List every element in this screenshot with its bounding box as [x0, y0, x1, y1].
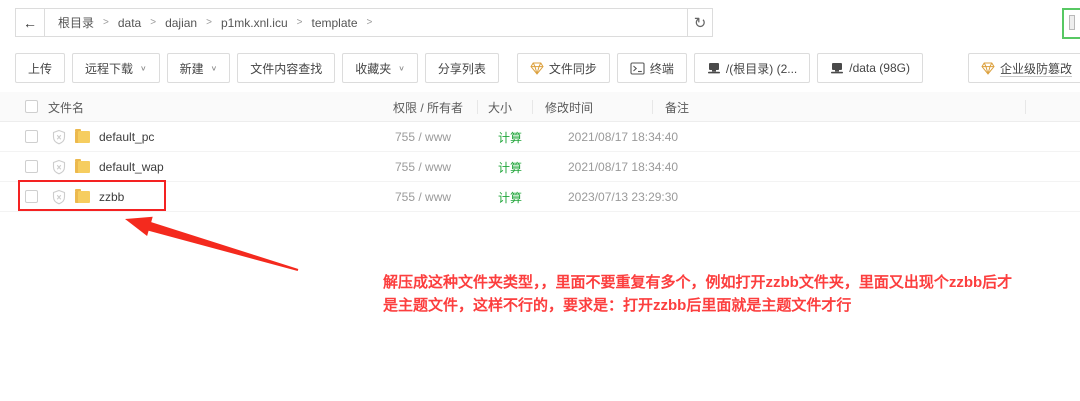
header-size: 大小 — [488, 92, 512, 122]
file-permission: 755 / www — [395, 182, 451, 212]
folder-icon — [75, 122, 90, 152]
file-mtime: 2023/07/13 23:29:30 — [568, 182, 678, 212]
annotation-line-1: 解压成这种文件夹类型，，里面不要重复有多个，例如打开zzbb文件夹，里面又出现个… — [383, 271, 1055, 294]
path-bar: ← 根目录 > data > dajian > p1mk.xnl.icu > t… — [15, 8, 713, 37]
header-permission: 权限 / 所有者 — [393, 92, 463, 122]
disk-icon — [830, 62, 844, 74]
gem-icon — [981, 62, 995, 75]
file-sync-label: 文件同步 — [549, 60, 597, 77]
terminal-label: 终端 — [650, 60, 674, 77]
chevron-down-icon: ∨ — [140, 64, 147, 73]
file-permission: 755 / www — [395, 152, 451, 182]
file-name-link[interactable]: default_wap — [99, 152, 164, 182]
share-list-label: 分享列表 — [438, 60, 486, 77]
chevron-down-icon: ∨ — [211, 64, 218, 73]
select-all-checkbox[interactable] — [25, 100, 38, 113]
header-filename: 文件名 — [48, 92, 84, 122]
new-button[interactable]: 新建 ∨ — [167, 53, 231, 83]
back-arrow-icon: ← — [23, 15, 37, 31]
favorites-label: 收藏夹 — [355, 60, 391, 77]
upload-button[interactable]: 上传 — [15, 53, 65, 83]
disk-data-button[interactable]: /data (98G) — [817, 53, 923, 83]
calc-size-link[interactable]: 计算 — [498, 182, 522, 212]
disk-root-button[interactable]: /(根目录) (2... — [694, 53, 810, 83]
breadcrumb-item-dajian[interactable]: dajian — [165, 16, 197, 30]
breadcrumb: 根目录 > data > dajian > p1mk.xnl.icu > tem… — [45, 9, 687, 36]
favorites-button[interactable]: 收藏夹 ∨ — [342, 53, 418, 83]
header-divider — [532, 100, 533, 114]
file-manager-screen: ← 根目录 > data > dajian > p1mk.xnl.icu > t… — [0, 0, 1080, 401]
tamper-proof-label: 企业级防篡改 — [1000, 60, 1072, 77]
file-mtime: 2021/08/17 18:34:40 — [568, 152, 678, 182]
upload-label: 上传 — [28, 60, 52, 77]
content-search-label: 文件内容查找 — [250, 60, 322, 77]
search-input-cutoff[interactable] — [1062, 8, 1080, 39]
header-note: 备注 — [665, 92, 689, 122]
disk-icon — [707, 62, 721, 74]
breadcrumb-item-data[interactable]: data — [118, 16, 141, 30]
back-button[interactable]: ← — [16, 9, 45, 36]
breadcrumb-separator: > — [103, 17, 109, 28]
breadcrumb-separator: > — [297, 17, 303, 28]
annotation-text: 解压成这种文件夹类型，，里面不要重复有多个，例如打开zzbb文件夹，里面又出现个… — [383, 271, 1055, 317]
file-permission: 755 / www — [395, 122, 451, 152]
disk-root-label: /(根目录) (2... — [726, 60, 797, 77]
tamper-protect-off-icon[interactable] — [51, 152, 67, 182]
breadcrumb-separator: > — [367, 17, 373, 28]
calc-size-link[interactable]: 计算 — [498, 152, 522, 182]
folder-icon — [75, 152, 90, 182]
header-divider — [1025, 100, 1026, 114]
header-divider — [477, 100, 478, 114]
disk-data-label: /data (98G) — [849, 61, 910, 75]
toolbar: 上传 远程下载 ∨ 新建 ∨ 文件内容查找 收藏夹 ∨ 分享列表 — [15, 53, 1075, 83]
tamper-protect-off-icon[interactable] — [51, 122, 67, 152]
breadcrumb-separator: > — [150, 17, 156, 28]
chevron-down-icon: ∨ — [398, 64, 405, 73]
tamper-proof-button[interactable]: 企业级防篡改 — [968, 53, 1080, 83]
refresh-icon: ↻ — [694, 14, 707, 32]
row-checkbox[interactable] — [25, 130, 38, 143]
terminal-button[interactable]: 终端 — [617, 53, 687, 83]
terminal-icon — [630, 62, 645, 75]
share-list-button[interactable]: 分享列表 — [425, 53, 499, 83]
breadcrumb-item-root[interactable]: 根目录 — [58, 14, 94, 31]
breadcrumb-item-site[interactable]: p1mk.xnl.icu — [221, 16, 288, 30]
table-row: default_pc 755 / www 计算 2021/08/17 18:34… — [0, 122, 1080, 152]
breadcrumb-item-template[interactable]: template — [311, 16, 357, 30]
annotation-highlight-box — [18, 180, 166, 211]
content-search-button[interactable]: 文件内容查找 — [237, 53, 335, 83]
breadcrumb-separator: > — [206, 17, 212, 28]
file-mtime: 2021/08/17 18:34:40 — [568, 122, 678, 152]
gem-icon — [530, 62, 544, 75]
file-name-link[interactable]: default_pc — [99, 122, 154, 152]
file-sync-button[interactable]: 文件同步 — [517, 53, 610, 83]
table-header: 文件名 权限 / 所有者 大小 修改时间 备注 — [0, 92, 1080, 122]
table-row: default_wap 755 / www 计算 2021/08/17 18:3… — [0, 152, 1080, 182]
search-glyph-icon — [1069, 15, 1075, 30]
row-checkbox[interactable] — [25, 160, 38, 173]
refresh-button[interactable]: ↻ — [687, 9, 712, 36]
annotation-line-2: 是主题文件，这样不行的，要求是：打开zzbb后里面就是主题文件才行 — [383, 294, 1055, 317]
remote-download-button[interactable]: 远程下载 ∨ — [72, 53, 160, 83]
calc-size-link[interactable]: 计算 — [498, 122, 522, 152]
remote-download-label: 远程下载 — [85, 60, 133, 77]
header-mtime: 修改时间 — [545, 92, 593, 122]
new-label: 新建 — [180, 60, 204, 77]
header-divider — [652, 100, 653, 114]
